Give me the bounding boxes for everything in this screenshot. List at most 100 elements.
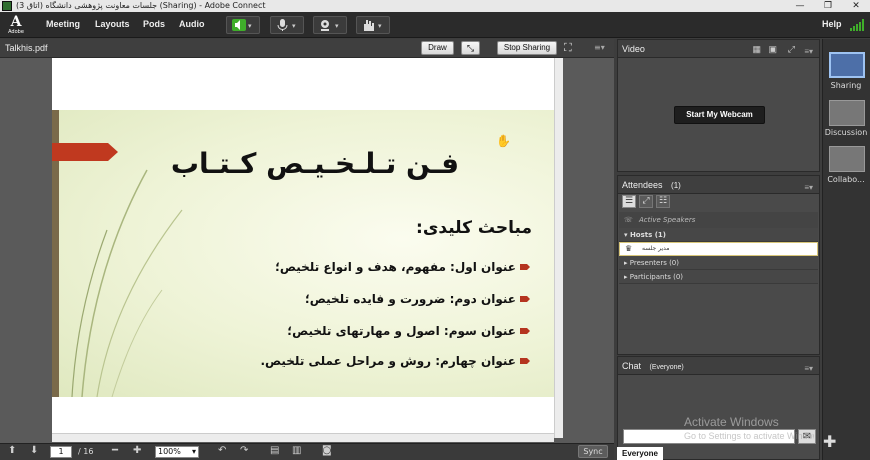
slide-bullet-1: عنوان اول: مفهوم، هدف و انواع تلخیص؛ <box>275 260 530 274</box>
undo-icon[interactable]: ↶ <box>218 445 226 456</box>
video-pod-title: Video <box>622 44 645 54</box>
bullet-marker <box>520 296 530 302</box>
menu-help[interactable]: Help <box>822 19 842 29</box>
menu-audio[interactable]: Audio <box>179 19 205 29</box>
minimize-button[interactable]: — <box>786 0 814 12</box>
microphone-icon: ▾ <box>277 19 296 31</box>
close-button[interactable]: ✕ <box>842 0 870 12</box>
document-horizontal-scrollbar[interactable] <box>52 433 554 442</box>
connection-signal-icon <box>850 19 864 31</box>
activate-windows-watermark-subtitle: Go to Settings to activate Windows. <box>684 431 814 441</box>
layout-sharing-thumbnail[interactable] <box>829 52 865 78</box>
presenters-group[interactable]: ▸ Presenters (0) <box>619 256 818 270</box>
sync-button[interactable]: Sync <box>578 445 608 458</box>
grid-view-icon[interactable]: ▦ <box>752 40 761 58</box>
first-page-icon[interactable]: ⬆ <box>8 445 16 456</box>
layout-discussion-label: Discussion <box>824 128 868 137</box>
attendees-count: (1) <box>671 181 681 190</box>
phone-icon: ☏ <box>624 216 633 224</box>
layout-discussion-thumbnail[interactable] <box>829 100 865 126</box>
menu-meeting[interactable]: Meeting <box>46 19 80 29</box>
participants-group[interactable]: ▸ Participants (0) <box>619 270 818 284</box>
zoom-out-icon[interactable]: ━ <box>112 445 118 456</box>
list-view-icon[interactable]: ☰ <box>622 195 636 208</box>
window-title-bar: جلسات معاونت پژوهشی دانشگاه (اتاق 3) (Sh… <box>0 0 870 12</box>
layout-collaboration-label: Collabo... <box>827 175 865 184</box>
pod-options-icon[interactable]: ≡▾ <box>594 43 605 52</box>
chat-pod-header: Chat (Everyone) ≡▾ <box>618 357 819 375</box>
zoom-select[interactable]: 100% ▾ <box>155 446 199 458</box>
layout-sharing-label: Sharing <box>830 81 862 90</box>
pointer-tool-button[interactable]: ⤡ <box>461 41 480 55</box>
window-title: جلسات معاونت پژوهشی دانشگاه (اتاق 3) (Sh… <box>16 1 266 10</box>
chevron-down-icon: ▾ <box>191 447 196 456</box>
document-scrollbar[interactable] <box>554 58 563 438</box>
active-speakers-row: ☏ Active Speakers <box>619 212 818 228</box>
bullet-marker <box>520 328 530 334</box>
bullet-marker <box>520 358 530 364</box>
start-webcam-button[interactable]: Start My Webcam <box>674 106 765 124</box>
svg-text:▾: ▾ <box>335 22 339 30</box>
slide-title: فـن تـلـخـیـص کـتـاب <box>170 147 460 180</box>
bullet-marker <box>520 264 530 270</box>
svg-text:▾: ▾ <box>292 22 296 30</box>
shared-file-name: Talkhis.pdf <box>5 43 48 53</box>
bullet-text: عنوان سوم: اصول و مهارتهای تلخیص؛ <box>287 324 516 338</box>
add-layout-icon[interactable]: ✚ <box>823 432 836 451</box>
zoom-value: 100% <box>158 447 181 456</box>
host-icon: ♛ <box>625 244 633 253</box>
video-pod-header: Video ▦ ▣ ⤢ ≡▾ <box>618 40 819 58</box>
chat-title: Chat <box>622 361 642 371</box>
bullet-text: عنوان چهارم: روش و مراحل عملی تلخیص. <box>260 354 516 368</box>
draw-button[interactable]: Draw <box>421 41 454 55</box>
hand-cursor-icon: ✋ <box>496 134 511 148</box>
maximize-button[interactable]: ❐ <box>814 0 842 12</box>
adobe-logo: A Adobe <box>8 14 24 35</box>
menu-layouts[interactable]: Layouts <box>95 19 130 29</box>
raise-hand-button[interactable]: ▾ <box>356 16 390 34</box>
pod-options-icon[interactable]: ≡▾ <box>804 43 813 61</box>
stop-sharing-button[interactable]: Stop Sharing <box>497 41 557 55</box>
slide-subtitle: مباحث کلیدی: <box>416 218 532 238</box>
chat-scope: (Everyone) <box>649 364 684 371</box>
pointer-icon: ⤡ <box>466 43 475 53</box>
speaker-icon: ▾ <box>232 19 252 31</box>
app-icon <box>2 1 12 11</box>
svg-text:▾: ▾ <box>248 22 252 30</box>
layout-collaboration-thumbnail[interactable] <box>829 146 865 172</box>
hosts-group[interactable]: ▾ Hosts (1) <box>619 228 818 242</box>
video-pod: Video ▦ ▣ ⤢ ≡▾ Start My Webcam <box>617 39 820 172</box>
webcam-icon: ▾ <box>321 20 339 31</box>
document-icon[interactable]: ▤ <box>270 445 279 456</box>
chat-pod: Chat (Everyone) ≡▾ <box>617 356 820 460</box>
zoom-in-icon[interactable]: ✚ <box>133 445 141 456</box>
menu-pods[interactable]: Pods <box>143 19 165 29</box>
status-view-icon[interactable]: ⤢ <box>639 195 653 208</box>
bullet-text: عنوان دوم: ضرورت و فایده تلخیص؛ <box>304 292 516 306</box>
redo-icon[interactable]: ↷ <box>240 445 248 456</box>
pod-options-icon[interactable]: ≡▾ <box>804 360 813 378</box>
pod-options-icon[interactable]: ≡▾ <box>804 179 813 197</box>
slide-bullet-2: عنوان دوم: ضرورت و فایده تلخیص؛ <box>305 292 530 306</box>
fullscreen-icon[interactable]: ⤢ <box>788 40 795 58</box>
page-number-input[interactable]: 1 <box>50 446 72 458</box>
role-view-icon[interactable]: ☷ <box>656 195 670 208</box>
slide-bullet-4: عنوان چهارم: روش و مراحل عملی تلخیص. <box>260 354 530 368</box>
menu-bar <box>0 12 870 38</box>
host-name: مدیر جلسه <box>642 245 670 252</box>
pages-icon[interactable]: ▥ <box>292 445 301 456</box>
filmstrip-view-icon[interactable]: ▣ <box>768 40 777 58</box>
host-attendee-row[interactable]: ♛ مدیر جلسه <box>619 242 818 256</box>
pointer-toggle-icon[interactable]: ◙ <box>322 445 332 456</box>
speaker-button[interactable]: ▾ <box>226 16 260 34</box>
fullscreen-icon[interactable]: ⛶ <box>564 41 572 55</box>
next-page-icon[interactable]: ⬇ <box>30 445 38 456</box>
microphone-button[interactable]: ▾ <box>270 16 304 34</box>
bullet-text: عنوان اول: مفهوم، هدف و انواع تلخیص؛ <box>275 260 516 274</box>
page-total: / 16 <box>78 447 94 456</box>
webcam-button[interactable]: ▾ <box>313 16 347 34</box>
chat-tab-everyone[interactable]: Everyone <box>617 447 663 460</box>
slide-arrow-shape <box>52 143 118 161</box>
raise-hand-icon: ▾ <box>364 20 382 31</box>
attendees-title: Attendees <box>622 180 663 190</box>
